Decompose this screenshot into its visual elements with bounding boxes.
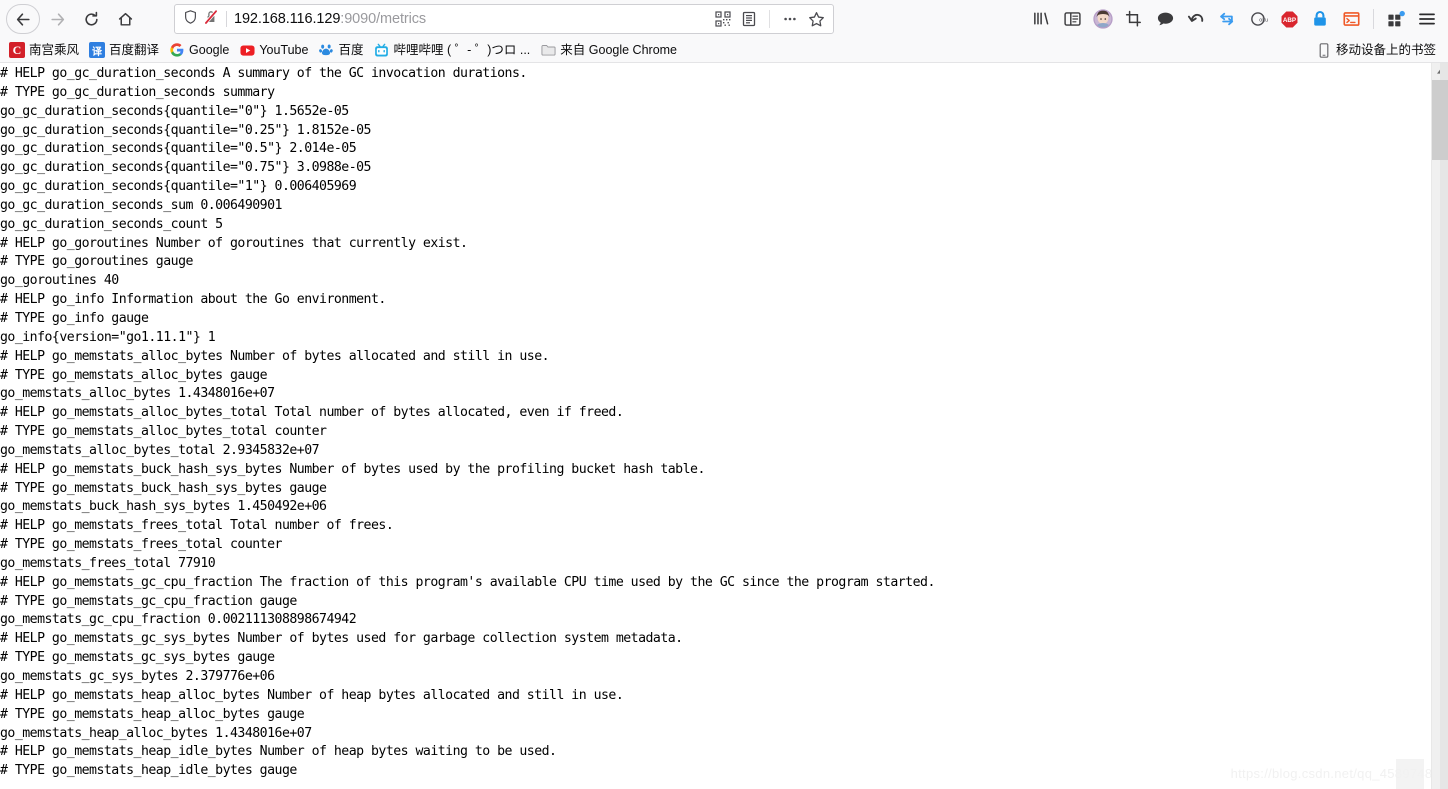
lock-extension-icon[interactable] — [1305, 4, 1335, 34]
bookmark-item[interactable]: 百度 — [313, 40, 368, 60]
bookmark-label: 哔哩哔哩 ( ゜- ゜)つロ ... — [393, 42, 531, 57]
bookmark-folder-item[interactable]: 来自 Google Chrome — [535, 40, 682, 60]
bookmark-label: 百度翻译 — [109, 42, 160, 57]
home-button[interactable] — [108, 4, 142, 34]
vertical-scrollbar[interactable] — [1431, 63, 1448, 789]
undo-arrow-icon[interactable] — [1181, 4, 1211, 34]
browser-toolbar-right: oku ABP — [1026, 4, 1444, 34]
bookmark-label: 来自 Google Chrome — [560, 42, 678, 57]
prometheus-metrics-text: # HELP go_gc_duration_seconds A summary … — [0, 66, 935, 779]
page-content-area: # HELP go_gc_duration_seconds A summary … — [0, 63, 1448, 789]
home-icon — [117, 11, 134, 28]
goku-extension-icon[interactable]: oku — [1243, 4, 1273, 34]
url-bar-container: 192.168.116.129:9090/metrics — [174, 4, 834, 34]
bookmark-label: 百度 — [338, 42, 364, 57]
library-icon[interactable] — [1026, 4, 1056, 34]
insecure-connection-crossed-lock-icon[interactable] — [203, 9, 219, 30]
url-bar[interactable]: 192.168.116.129:9090/metrics — [174, 4, 834, 34]
google-favicon — [169, 42, 185, 58]
tracking-protection-shield-icon[interactable] — [183, 9, 198, 30]
terminal-extension-icon[interactable] — [1336, 4, 1366, 34]
mobile-bookmarks-label: 移动设备上的书签 — [1335, 42, 1436, 57]
reload-icon — [83, 11, 100, 28]
reload-button[interactable] — [74, 4, 108, 34]
url-host: 192.168.116.129 — [234, 11, 341, 27]
bookmark-item[interactable]: C 南宫乘风 — [4, 40, 84, 60]
bookmark-label: 南宫乘风 — [29, 42, 80, 57]
extensions-gift-icon[interactable] — [1381, 4, 1411, 34]
screenshot-crop-icon[interactable] — [1119, 4, 1149, 34]
adblock-plus-icon[interactable]: ABP — [1274, 4, 1304, 34]
svg-text:oku: oku — [1259, 17, 1268, 23]
chat-bubble-icon[interactable] — [1150, 4, 1180, 34]
mobile-device-icon — [1316, 42, 1332, 58]
browser-window: 192.168.116.129:9090/metrics oku ABP C 南… — [0, 0, 1448, 789]
navigation-toolbar: 192.168.116.129:9090/metrics oku ABP — [0, 0, 1448, 38]
forward-button[interactable] — [40, 4, 74, 34]
toolbar-separator — [1373, 9, 1374, 29]
bookmark-label: Google — [189, 42, 230, 57]
bookmarks-bar: C 南宫乘风 译 百度翻译 Google YouTube 百度 哔哩哔哩 (゜… — [0, 38, 1448, 63]
baidu-favicon — [318, 42, 334, 58]
url-identity-block[interactable] — [183, 9, 226, 30]
account-avatar[interactable] — [1088, 4, 1118, 34]
csdn-favicon: C — [9, 42, 25, 58]
back-arrow-icon — [15, 11, 32, 28]
youtube-favicon — [239, 42, 255, 58]
back-button[interactable] — [6, 4, 40, 34]
bookmark-item[interactable]: Google — [164, 40, 234, 60]
url-action-icons — [712, 8, 827, 30]
url-text[interactable]: 192.168.116.129:9090/metrics — [234, 11, 712, 27]
csdn-watermark: https://blog.csdn.net/qq_45897480 — [1230, 766, 1440, 781]
bookmark-item[interactable]: 译 百度翻译 — [84, 40, 164, 60]
reader-view-icon[interactable] — [738, 8, 760, 30]
app-menu-icon[interactable] — [1412, 4, 1442, 34]
url-icon-separator — [769, 10, 770, 28]
qr-code-icon[interactable] — [712, 8, 734, 30]
url-divider — [226, 11, 227, 27]
sidebars-icon[interactable] — [1057, 4, 1087, 34]
sync-loop-icon[interactable] — [1212, 4, 1242, 34]
folder-icon — [540, 42, 556, 58]
bookmark-label: YouTube — [259, 42, 309, 57]
mobile-bookmarks-item[interactable]: 移动设备上的书签 — [1311, 40, 1444, 60]
forward-arrow-icon — [49, 11, 66, 28]
svg-text:ABP: ABP — [1282, 16, 1295, 23]
bilibili-favicon — [373, 42, 389, 58]
scrollbar-track[interactable] — [1440, 63, 1448, 789]
url-path: :9090/metrics — [340, 11, 427, 27]
bookmark-item[interactable]: 哔哩哔哩 ( ゜- ゜)つロ ... — [368, 40, 535, 60]
bookmark-item[interactable]: YouTube — [234, 40, 313, 60]
page-actions-ellipsis-icon[interactable] — [779, 8, 801, 30]
fanyi-favicon: 译 — [89, 42, 106, 58]
bookmark-star-icon[interactable] — [805, 8, 827, 30]
scrollbar-thumb[interactable] — [1432, 80, 1448, 160]
